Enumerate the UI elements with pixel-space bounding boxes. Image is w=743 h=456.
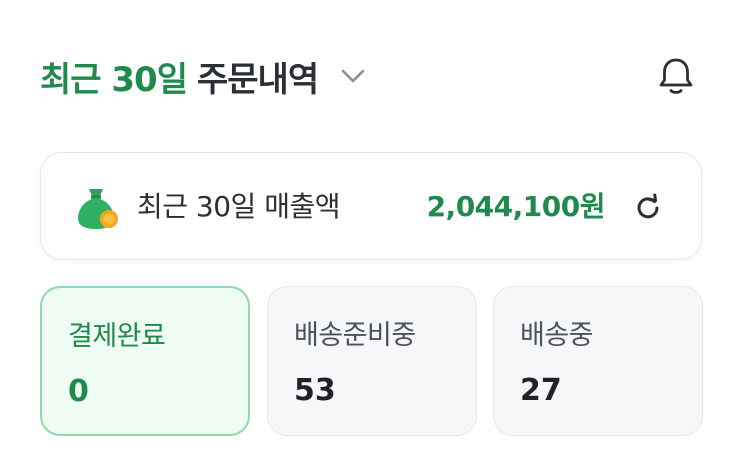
order-status-row: 결제완료 0 배송준비중 53 배송중 27 bbox=[40, 286, 703, 436]
status-card-shipping[interactable]: 배송중 27 bbox=[493, 286, 703, 436]
status-count: 53 bbox=[294, 373, 336, 408]
header: 최근 30일 주문내역 bbox=[40, 48, 368, 104]
orders-summary-page: 최근 30일 주문내역 최근 30일 매출액 2,044,100원 결제완료 0… bbox=[0, 0, 743, 456]
status-card-paid[interactable]: 결제완료 0 bbox=[40, 286, 250, 436]
status-count: 0 bbox=[68, 374, 89, 409]
bell-icon[interactable] bbox=[652, 52, 700, 100]
chevron-down-icon[interactable] bbox=[338, 61, 368, 91]
money-bag-icon bbox=[75, 185, 121, 231]
status-card-preparing[interactable]: 배송준비중 53 bbox=[267, 286, 477, 436]
page-title: 주문내역 bbox=[197, 59, 319, 100]
sales-label: 최근 30일 매출액 bbox=[137, 190, 341, 223]
sales-amount: 2,044,100원 bbox=[426, 190, 606, 223]
title-period: 최근 30일 bbox=[40, 59, 188, 100]
status-label: 결제완료 bbox=[68, 321, 166, 352]
status-count: 27 bbox=[520, 373, 562, 408]
sales-summary-card: 최근 30일 매출액 2,044,100원 bbox=[40, 152, 702, 260]
status-label: 배송중 bbox=[520, 320, 594, 351]
refresh-icon[interactable] bbox=[631, 191, 665, 225]
status-label: 배송준비중 bbox=[294, 320, 416, 351]
period-selector[interactable]: 최근 30일 주문내역 bbox=[40, 52, 368, 101]
